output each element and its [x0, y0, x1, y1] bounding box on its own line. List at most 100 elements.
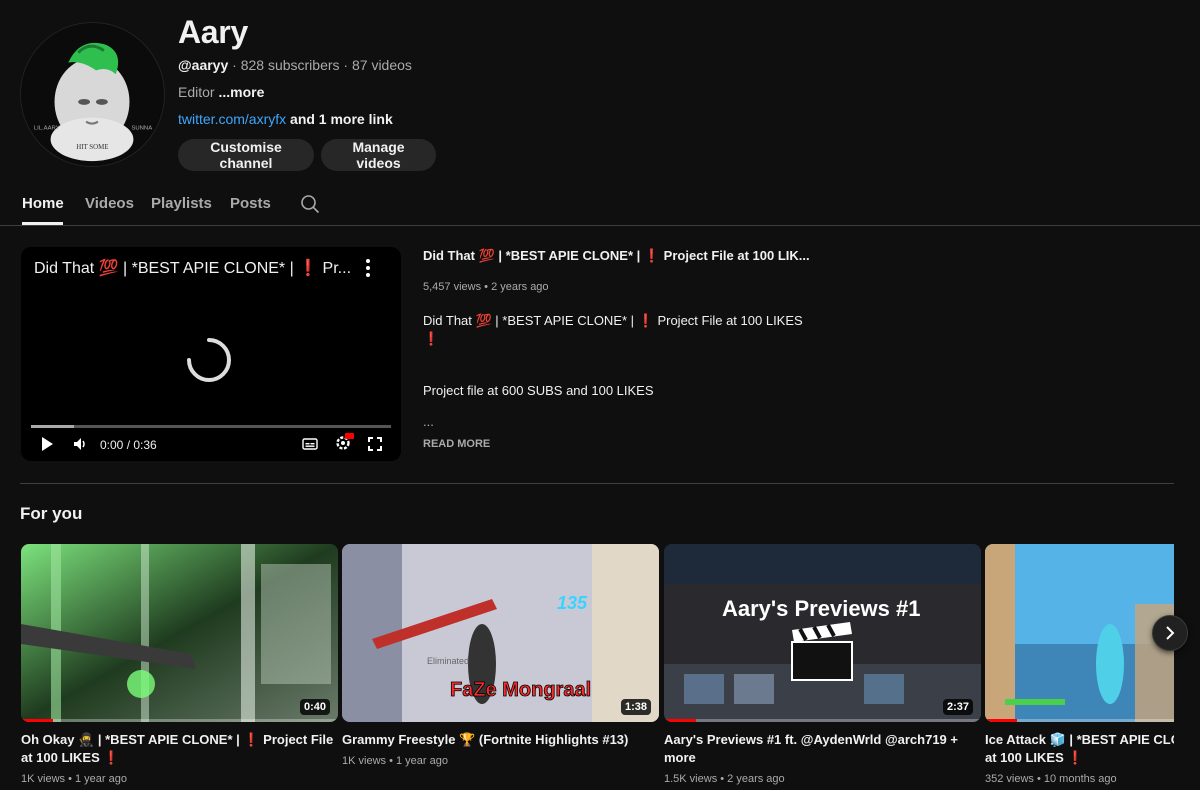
chevron-right-icon	[1166, 626, 1175, 640]
tab-playlists[interactable]: Playlists	[151, 195, 212, 212]
featured-video-title[interactable]: Did That 💯 | *BEST APIE CLONE* | ❗ Proje…	[423, 248, 810, 264]
featured-age: 2 years ago	[491, 281, 549, 293]
channel-links: twitter.com/axryfx and 1 more link	[178, 111, 393, 127]
video-count: 87 videos	[351, 57, 412, 73]
video-card[interactable]: Ice Attack 🧊 | *BEST APIE CLONE at 100 L…	[985, 544, 1174, 785]
channel-handle: @aaryy	[178, 57, 229, 73]
watch-progress-track	[664, 719, 981, 722]
video-thumbnail[interactable]: 135 Eliminated FaZe Mongraal 1:38	[342, 544, 659, 722]
video-card[interactable]: 0:40 Oh Okay 🥷 | *BEST APIE CLONE* | ❗ P…	[21, 544, 338, 785]
video-meta: 1K views • 1 year ago	[21, 773, 127, 785]
tab-videos[interactable]: Videos	[85, 195, 134, 212]
play-icon[interactable]	[40, 436, 54, 452]
more-options-icon[interactable]	[361, 257, 375, 279]
volume-icon[interactable]	[72, 436, 88, 452]
watch-progress	[21, 719, 53, 722]
video-title-line2: more	[664, 750, 696, 765]
video-meta: 352 views • 10 months ago	[985, 773, 1117, 785]
video-title-line1: Oh Okay 🥷 | *BEST APIE CLONE* | ❗ Projec…	[21, 732, 334, 747]
thumb-text: Eliminated	[427, 656, 469, 666]
thumbnail-art	[985, 544, 1174, 722]
watch-progress-track	[21, 719, 338, 722]
player-progress-bar[interactable]	[31, 425, 391, 428]
channel-avatar[interactable]: LIL.AARY SUNNA HIT SOME	[20, 22, 165, 167]
settings-gear-icon[interactable]	[334, 433, 354, 451]
video-views: 352 views	[985, 773, 1034, 785]
active-tab-indicator	[22, 222, 63, 225]
video-meta: 1K views • 1 year ago	[342, 755, 448, 767]
more-links-link[interactable]: and 1 more link	[286, 111, 393, 127]
tab-home[interactable]: Home	[22, 195, 64, 212]
meta-separator: ·	[339, 57, 352, 73]
desc-text: Did That 💯 | *BEST APIE CLONE* | ❗ Proje…	[423, 313, 803, 328]
search-icon[interactable]	[300, 194, 320, 214]
video-views: 1K views	[21, 773, 66, 785]
video-title[interactable]: Grammy Freestyle 🏆 (Fortnite Highlights …	[342, 731, 659, 749]
watch-progress	[985, 719, 1017, 722]
video-title[interactable]: Aary's Previews #1 ft. @AydenWrld @arch7…	[664, 731, 981, 767]
customise-channel-button[interactable]: Customise channel	[178, 139, 314, 171]
read-more-button[interactable]: READ MORE	[423, 438, 490, 450]
description-text: Editor	[178, 84, 219, 100]
clapperboard-icon	[791, 622, 853, 681]
video-title[interactable]: Oh Okay 🥷 | *BEST APIE CLONE* | ❗ Projec…	[21, 731, 338, 767]
video-card[interactable]: Aary's Previews #1 2:37 Aary's Previews …	[664, 544, 981, 785]
player-title[interactable]: Did That 💯 | *BEST APIE CLONE* | ❗ Pr...	[34, 258, 354, 278]
featured-description-line1: Did That 💯 | *BEST APIE CLONE* | ❗ Proje…	[423, 312, 803, 348]
video-views: 1K views	[342, 755, 387, 767]
fullscreen-icon[interactable]	[368, 437, 382, 451]
meta-separator: ·	[228, 57, 241, 73]
section-divider	[20, 483, 1174, 484]
thumbnail-art: 135 Eliminated FaZe Mongraal	[342, 544, 659, 722]
channel-name: Aary	[178, 14, 248, 50]
avatar-text-right: SUNNA	[131, 126, 152, 132]
desc-exclamation: ❗	[423, 331, 440, 346]
player-time: 0:00 / 0:36	[100, 438, 157, 452]
carousel-next-button[interactable]	[1152, 615, 1188, 651]
loading-spinner-icon	[187, 338, 231, 382]
captions-icon[interactable]	[302, 436, 318, 452]
subscriber-count: 828 subscribers	[240, 57, 340, 73]
video-age: 2 years ago	[727, 773, 785, 785]
video-thumbnail[interactable]	[985, 544, 1174, 722]
video-views: 1.5K views	[664, 773, 718, 785]
thumb-text: FaZe Mongraal	[450, 679, 591, 701]
featured-video-player[interactable]: Did That 💯 | *BEST APIE CLONE* | ❗ Pr...…	[21, 247, 401, 461]
thumb-text: Aary's Previews #1	[722, 596, 920, 621]
description-ellipsis: ...	[423, 414, 434, 429]
video-age: 10 months ago	[1043, 773, 1117, 785]
video-meta: 1.5K views • 2 years ago	[664, 773, 785, 785]
video-title-line2: at 100 LIKES ❗	[985, 750, 1084, 765]
avatar-art: LIL.AARY SUNNA HIT SOME	[21, 23, 164, 166]
avatar-caption: HIT SOME	[76, 144, 108, 151]
manage-videos-button[interactable]: Manage videos	[321, 139, 436, 171]
tab-posts[interactable]: Posts	[230, 195, 271, 212]
avatar-text-left: LIL.AARY	[34, 126, 60, 132]
featured-video-meta: 5,457 views • 2 years ago	[423, 281, 549, 293]
video-age: 1 year ago	[75, 773, 127, 785]
video-title-line1: Ice Attack 🧊 | *BEST APIE CLONE	[985, 732, 1174, 747]
featured-description-line2: Project file at 600 SUBS and 100 LIKES	[423, 383, 654, 398]
duration-badge: 2:37	[942, 699, 973, 715]
channel-tabs: Home Videos Playlists Posts	[0, 186, 1200, 226]
video-thumbnail[interactable]: 0:40	[21, 544, 338, 722]
video-title[interactable]: Ice Attack 🧊 | *BEST APIE CLONE at 100 L…	[985, 731, 1174, 767]
twitter-link[interactable]: twitter.com/axryfx	[178, 111, 286, 127]
description-more-link[interactable]: ...more	[218, 84, 264, 100]
for-you-heading: For you	[20, 504, 83, 523]
duration-badge: 1:38	[620, 699, 651, 715]
watch-progress	[664, 719, 696, 722]
duration-badge: 0:40	[299, 699, 330, 715]
player-buffered	[31, 425, 75, 428]
featured-views: 5,457 views	[423, 281, 482, 293]
thumbnail-art	[21, 544, 338, 722]
video-title-line1: Aary's Previews #1 ft. @AydenWrld @arch7…	[664, 732, 958, 747]
thumbnail-art: Aary's Previews #1	[664, 544, 981, 722]
video-thumbnail[interactable]: Aary's Previews #1 2:37	[664, 544, 981, 722]
video-title-line1: Grammy Freestyle 🏆 (Fortnite Highlights …	[342, 732, 629, 747]
thumb-text: 135	[557, 593, 588, 613]
video-card[interactable]: 135 Eliminated FaZe Mongraal 1:38 Grammy…	[342, 544, 659, 767]
video-age: 1 year ago	[396, 755, 448, 767]
channel-meta: @aaryy · 828 subscribers · 87 videos	[178, 57, 412, 73]
channel-description[interactable]: Editor ...more	[178, 84, 264, 100]
